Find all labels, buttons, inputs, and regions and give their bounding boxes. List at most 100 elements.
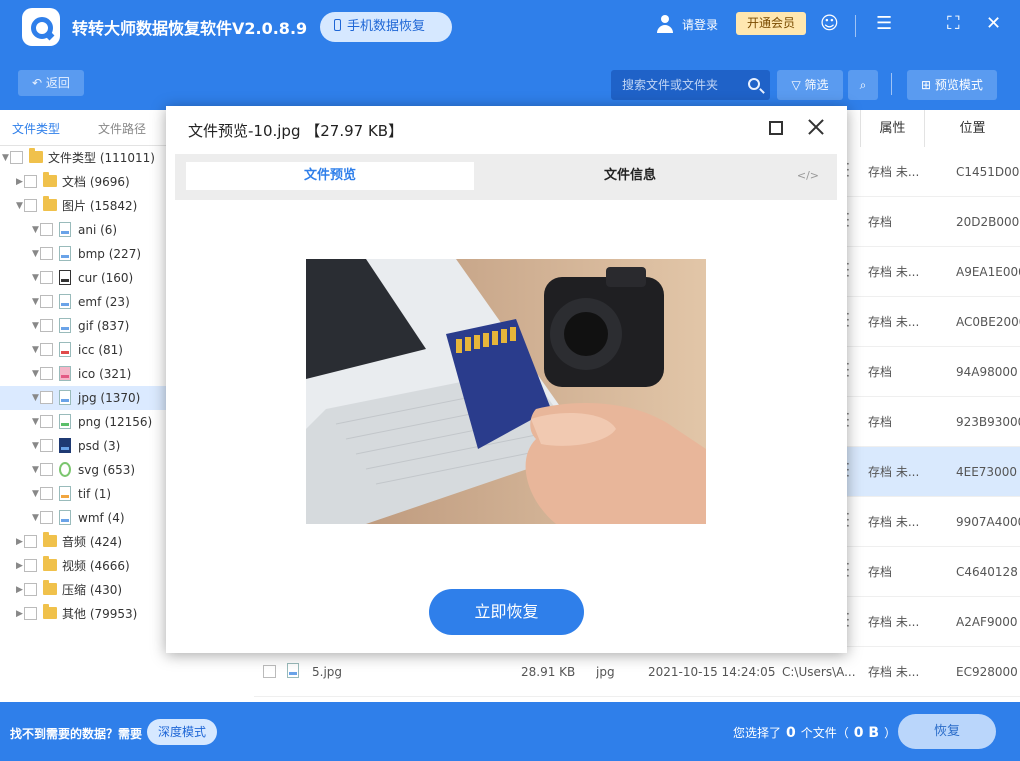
- tree-checkbox[interactable]: [40, 343, 53, 356]
- png-file-icon: [59, 414, 71, 429]
- tab-file-path[interactable]: 文件路径: [98, 120, 146, 137]
- sidebar-item-folder[interactable]: ▶ 文档 (9696): [0, 170, 166, 194]
- folder-icon: [43, 580, 57, 595]
- expand-toggle-icon[interactable]: ▼: [32, 506, 39, 530]
- search-icon[interactable]: [748, 78, 760, 90]
- advanced-search-button[interactable]: ⌕: [848, 70, 878, 100]
- search-input[interactable]: 搜索文件或文件夹: [611, 70, 770, 100]
- support-icon[interactable]: ☺: [820, 13, 839, 34]
- ico-file-icon: [59, 366, 71, 381]
- sidebar-item-folder[interactable]: ▼ 文件类型 (111011): [0, 146, 166, 170]
- folder-icon: [43, 196, 57, 211]
- sidebar-item-folder[interactable]: ▶ 视频 (4666): [0, 554, 166, 578]
- column-header-location[interactable]: 位置: [924, 110, 1020, 147]
- row-checkbox[interactable]: [263, 665, 276, 678]
- code-icon[interactable]: </>: [797, 169, 819, 182]
- sidebar-item-tif[interactable]: ▼ tif (1): [0, 482, 166, 506]
- tree-checkbox[interactable]: [24, 175, 37, 188]
- vip-button[interactable]: 开通会员: [736, 12, 806, 35]
- expand-toggle-icon[interactable]: ▼: [32, 458, 39, 482]
- recover-now-button[interactable]: 立即恢复: [429, 589, 584, 635]
- deep-mode-button[interactable]: 深度模式: [147, 719, 217, 745]
- login-button[interactable]: 请登录: [656, 15, 718, 33]
- tree-checkbox[interactable]: [40, 487, 53, 500]
- psd-file-icon: [59, 438, 71, 453]
- expand-toggle-icon[interactable]: ▼: [32, 242, 39, 266]
- expand-toggle-icon[interactable]: ▶: [16, 530, 23, 554]
- sidebar-item-cur[interactable]: ▼ cur (160): [0, 266, 166, 290]
- expand-toggle-icon[interactable]: ▼: [32, 314, 39, 338]
- tree-checkbox[interactable]: [40, 295, 53, 308]
- expand-toggle-icon[interactable]: ▼: [32, 410, 39, 434]
- sidebar-item-gif[interactable]: ▼ gif (837): [0, 314, 166, 338]
- selection-mid: 个文件（: [800, 726, 849, 740]
- tree-checkbox[interactable]: [24, 199, 37, 212]
- phone-recovery-button[interactable]: 手机数据恢复: [320, 12, 452, 42]
- recover-button[interactable]: 恢复: [898, 714, 996, 749]
- expand-toggle-icon[interactable]: ▼: [32, 338, 39, 362]
- preview-mode-button[interactable]: ⊞ 预览模式: [907, 70, 997, 100]
- expand-toggle-icon[interactable]: ▶: [16, 578, 23, 602]
- sidebar-item-svg[interactable]: ▼ svg (653): [0, 458, 166, 482]
- expand-toggle-icon[interactable]: ▼: [2, 146, 9, 170]
- tab-file-info[interactable]: 文件信息: [495, 162, 765, 190]
- tree-checkbox[interactable]: [40, 367, 53, 380]
- back-button[interactable]: ↶ 返回: [18, 70, 84, 96]
- sidebar-item-folder[interactable]: ▶ 音频 (424): [0, 530, 166, 554]
- sidebar-item-ani[interactable]: ▼ ani (6): [0, 218, 166, 242]
- menu-icon[interactable]: ☰: [876, 13, 892, 34]
- tree-checkbox[interactable]: [24, 535, 37, 548]
- tree-checkbox[interactable]: [40, 463, 53, 476]
- file-location: A9EA1E000: [956, 265, 1020, 279]
- sidebar-item-folder[interactable]: ▶ 压缩 (430): [0, 578, 166, 602]
- expand-toggle-icon[interactable]: ▼: [32, 434, 39, 458]
- cur-file-icon: [59, 270, 71, 285]
- sidebar-item-folder[interactable]: ▼ 图片 (15842): [0, 194, 166, 218]
- table-row[interactable]: 5.jpg 28.91 KB jpg 2021-10-15 14:24:05 C…: [254, 647, 1020, 697]
- tree-checkbox[interactable]: [24, 583, 37, 596]
- expand-toggle-icon[interactable]: ▼: [32, 482, 39, 506]
- sidebar-item-folder[interactable]: ▶ 其他 (79953): [0, 602, 166, 626]
- filter-button[interactable]: ▽ 筛选: [777, 70, 843, 100]
- expand-toggle-icon[interactable]: ▼: [32, 266, 39, 290]
- expand-toggle-icon[interactable]: ▼: [32, 290, 39, 314]
- expand-toggle-icon[interactable]: ▼: [32, 386, 39, 410]
- expand-toggle-icon[interactable]: ▶: [16, 554, 23, 578]
- tree-checkbox[interactable]: [10, 151, 23, 164]
- tree-checkbox[interactable]: [40, 319, 53, 332]
- file-location: EC928000: [956, 665, 1018, 679]
- expand-toggle-icon[interactable]: ▼: [32, 218, 39, 242]
- file-attr: 存档 未...: [868, 465, 920, 479]
- close-icon[interactable]: [807, 118, 825, 136]
- sidebar-item-icc[interactable]: ▼ icc (81): [0, 338, 166, 362]
- tree-checkbox[interactable]: [40, 439, 53, 452]
- tree-checkbox[interactable]: [40, 271, 53, 284]
- tab-file-type[interactable]: 文件类型: [12, 120, 60, 137]
- column-header-attr[interactable]: 属性: [860, 110, 924, 147]
- sidebar-item-psd[interactable]: ▼ psd (3): [0, 434, 166, 458]
- tree-checkbox[interactable]: [40, 511, 53, 524]
- tree-checkbox[interactable]: [40, 223, 53, 236]
- tree-item-label: icc (81): [78, 343, 123, 357]
- file-attr: 存档 未...: [868, 165, 920, 179]
- sidebar-item-emf[interactable]: ▼ emf (23): [0, 290, 166, 314]
- maximize-icon[interactable]: [769, 121, 783, 135]
- sidebar-item-bmp[interactable]: ▼ bmp (227): [0, 242, 166, 266]
- expand-toggle-icon[interactable]: ▶: [16, 170, 23, 194]
- tree-checkbox[interactable]: [40, 247, 53, 260]
- close-window-icon[interactable]: ✕: [986, 13, 1001, 34]
- sidebar-item-png[interactable]: ▼ png (12156): [0, 410, 166, 434]
- tree-checkbox[interactable]: [24, 607, 37, 620]
- tree-checkbox[interactable]: [40, 391, 53, 404]
- expand-toggle-icon[interactable]: ▶: [16, 602, 23, 626]
- fullscreen-icon[interactable]: ⛶: [947, 13, 960, 34]
- ani-file-icon: [59, 222, 71, 237]
- expand-toggle-icon[interactable]: ▼: [16, 194, 23, 218]
- tab-file-preview[interactable]: 文件预览: [186, 162, 474, 190]
- expand-toggle-icon[interactable]: ▼: [32, 362, 39, 386]
- tree-checkbox[interactable]: [40, 415, 53, 428]
- sidebar-item-wmf[interactable]: ▼ wmf (4): [0, 506, 166, 530]
- sidebar-item-jpg[interactable]: ▼ jpg (1370): [0, 386, 166, 410]
- tree-checkbox[interactable]: [24, 559, 37, 572]
- sidebar-item-ico[interactable]: ▼ ico (321): [0, 362, 166, 386]
